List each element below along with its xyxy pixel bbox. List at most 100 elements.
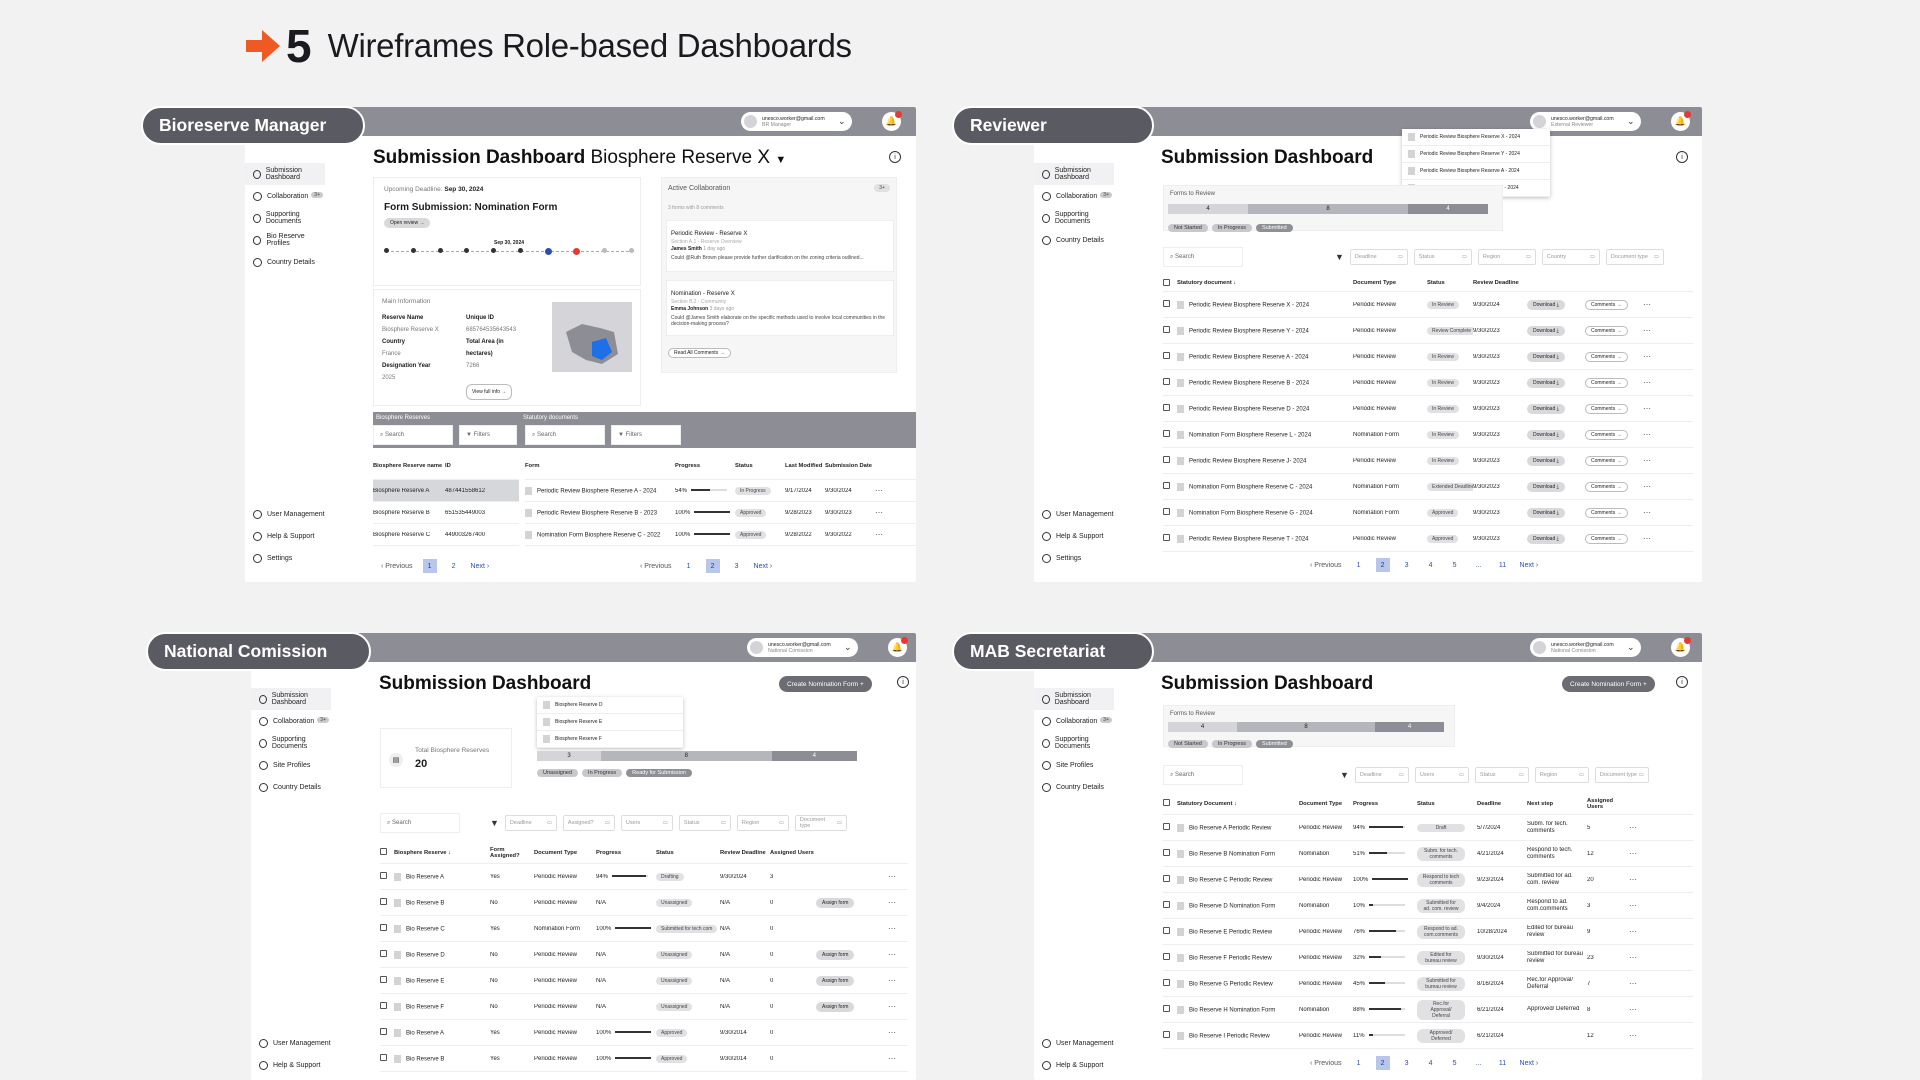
user-menu[interactable]: unesco.worker@gmail.com National Comissio… bbox=[1530, 638, 1641, 657]
more-options-icon[interactable]: ⋯ bbox=[875, 508, 895, 517]
next-button[interactable]: Next › bbox=[1520, 562, 1539, 569]
row-checkbox[interactable] bbox=[1163, 352, 1177, 361]
checkbox[interactable] bbox=[1163, 352, 1170, 359]
checkbox[interactable] bbox=[1163, 430, 1170, 437]
checkbox[interactable] bbox=[380, 848, 387, 855]
nav-country-details[interactable]: Country Details bbox=[245, 251, 325, 273]
checkbox[interactable] bbox=[380, 1054, 387, 1061]
table-row[interactable]: Bio Reserve D No Periodic Review N/A Unassig… bbox=[380, 942, 908, 968]
row-checkbox[interactable] bbox=[1163, 508, 1177, 517]
checkbox[interactable] bbox=[380, 898, 387, 905]
checkbox[interactable] bbox=[1163, 823, 1170, 830]
read-all-comments-button[interactable]: Read All Comments → bbox=[668, 348, 731, 358]
checkbox[interactable] bbox=[1163, 456, 1170, 463]
reserve-selector[interactable]: Biosphere Reserve X bbox=[590, 147, 770, 168]
nav-submission-dashboard[interactable]: Submission Dashboard bbox=[1034, 688, 1114, 710]
comments-button[interactable]: Comments → bbox=[1585, 507, 1628, 518]
more-options-icon[interactable]: ⋯ bbox=[1629, 823, 1649, 832]
page-button[interactable]: 1 bbox=[1352, 558, 1366, 572]
table-row[interactable]: Bio Reserve E No Periodic Review N/A Unassig… bbox=[380, 968, 908, 994]
table-row[interactable]: Periodic Review Biosphere Reserve A - 20… bbox=[525, 480, 916, 502]
row-checkbox[interactable] bbox=[1163, 849, 1177, 858]
user-menu[interactable]: unesco.worker@gmail.com BR Manager ⌄ bbox=[741, 112, 852, 131]
nav-supporting-documents[interactable]: Supporting Documents bbox=[1034, 732, 1114, 754]
comments-button[interactable]: Comments → bbox=[1585, 351, 1628, 362]
filter-select[interactable]: Region ▭ bbox=[736, 815, 789, 831]
nav-site-profiles[interactable]: Site Profiles bbox=[1034, 754, 1114, 776]
create-nomination-form-button[interactable]: Create Nomination Form + bbox=[779, 676, 872, 692]
download-button[interactable]: Download ⤓ bbox=[1527, 429, 1565, 440]
download-button[interactable]: Download ⤓ bbox=[1527, 403, 1565, 414]
row-checkbox[interactable] bbox=[1163, 823, 1177, 832]
nav-settings[interactable]: Settings bbox=[1034, 547, 1114, 569]
download-button[interactable]: Download ⤓ bbox=[1527, 455, 1565, 466]
view-full-info-button[interactable]: View full info → bbox=[466, 384, 513, 400]
row-checkbox[interactable] bbox=[1163, 875, 1177, 884]
page-button[interactable]: 5 bbox=[1448, 1056, 1462, 1070]
row-checkbox[interactable] bbox=[1163, 534, 1177, 543]
more-options-icon[interactable]: ⋯ bbox=[1629, 901, 1649, 910]
filter-icon[interactable]: ▼ bbox=[1335, 252, 1344, 262]
comments-button[interactable]: Comments → bbox=[1585, 455, 1628, 466]
filter-select[interactable]: Deadline ▭ bbox=[1354, 767, 1409, 783]
nav-settings[interactable]: Settings bbox=[245, 547, 325, 569]
download-button[interactable]: Download ⤓ bbox=[1527, 507, 1565, 518]
table-row[interactable]: Bio Reserve A Yes Periodic Review 94% Drafti… bbox=[380, 864, 908, 890]
checkbox[interactable] bbox=[1163, 534, 1170, 541]
open-review-button[interactable]: Open review → bbox=[384, 218, 431, 228]
table-row[interactable]: Bio Reserve A Periodic Review Periodic Re… bbox=[1163, 815, 1693, 841]
table-row[interactable]: Bio Reserve F No Periodic Review N/A Unassig… bbox=[380, 994, 908, 1020]
select-all-checkbox[interactable] bbox=[1163, 278, 1177, 288]
dropdown-item[interactable]: Biosphere Reserve F bbox=[537, 731, 683, 748]
more-options-icon[interactable]: ⋯ bbox=[1643, 404, 1663, 413]
search-input[interactable]: ⌕ Search bbox=[1163, 247, 1243, 267]
page-button[interactable]: 2 bbox=[705, 559, 720, 573]
nav-user-management[interactable]: User Management bbox=[1034, 1032, 1114, 1054]
nav-country-details[interactable]: Country Details bbox=[251, 776, 331, 798]
table-row[interactable]: Periodic Review Biosphere Reserve D - 20… bbox=[1163, 396, 1693, 422]
row-checkbox[interactable] bbox=[1163, 430, 1177, 439]
page-button[interactable]: ... bbox=[1472, 558, 1486, 572]
filter-select[interactable]: Assigned? ▭ bbox=[562, 815, 615, 831]
table-row[interactable]: Bio Reserve B Yes Periodic Review 100% Appro… bbox=[380, 1046, 908, 1072]
checkbox[interactable] bbox=[1163, 1031, 1170, 1038]
more-options-icon[interactable]: ⋯ bbox=[1643, 430, 1663, 439]
assign-form-button[interactable]: Assign form bbox=[816, 975, 855, 986]
table-row[interactable]: Periodic Review Biosphere Reserve T - 20… bbox=[1163, 526, 1693, 552]
more-options-icon[interactable]: ⋯ bbox=[1643, 352, 1663, 361]
row-checkbox[interactable] bbox=[1163, 979, 1177, 988]
more-options-icon[interactable]: ⋯ bbox=[888, 924, 908, 933]
reserve-dropdown[interactable]: Biosphere Reserve D Biosphere Reserve E Bi… bbox=[537, 697, 683, 748]
table-row[interactable]: Bio Reserve A Yes Periodic Review 100% Appro… bbox=[380, 1020, 908, 1046]
page-button[interactable]: 11 bbox=[1496, 1056, 1510, 1070]
row-checkbox[interactable] bbox=[380, 1028, 394, 1037]
checkbox[interactable] bbox=[1163, 927, 1170, 934]
assign-form-button[interactable]: Assign form bbox=[816, 949, 855, 960]
checkbox[interactable] bbox=[380, 924, 387, 931]
checkbox[interactable] bbox=[1163, 300, 1170, 307]
info-icon[interactable]: i bbox=[1676, 676, 1688, 688]
checkbox[interactable] bbox=[1163, 979, 1170, 986]
filter-select[interactable]: Status ▭ bbox=[1413, 249, 1472, 265]
more-options-icon[interactable]: ⋯ bbox=[1629, 849, 1649, 858]
dropdown-item[interactable]: Biosphere Reserve D bbox=[537, 697, 683, 714]
checkbox[interactable] bbox=[1163, 278, 1170, 286]
bell-icon[interactable]: 🔔 bbox=[1671, 111, 1691, 131]
filter-select[interactable]: Deadline ▭ bbox=[504, 815, 557, 831]
checkbox[interactable] bbox=[1163, 378, 1170, 385]
table-row[interactable]: Periodic Review Biosphere Reserve X - 20… bbox=[1163, 292, 1693, 318]
nav-bio-reserve-profiles[interactable]: Bio Reserve Profiles bbox=[245, 229, 325, 251]
filter-select[interactable]: Status ▭ bbox=[678, 815, 731, 831]
more-options-icon[interactable]: ⋯ bbox=[888, 898, 908, 907]
table-row[interactable]: Bio Reserve C Periodic Review Periodic Re… bbox=[1163, 867, 1693, 893]
page-button[interactable]: 11 bbox=[1496, 558, 1510, 572]
info-icon[interactable]: i bbox=[889, 151, 901, 163]
row-checkbox[interactable] bbox=[1163, 326, 1177, 335]
page-button[interactable]: 3 bbox=[1400, 558, 1414, 572]
comments-button[interactable]: Comments → bbox=[1585, 533, 1628, 544]
comment-card[interactable]: Nomination - Reserve X Section B.2 - Com… bbox=[666, 280, 894, 336]
comments-button[interactable]: Comments → bbox=[1585, 429, 1628, 440]
download-button[interactable]: Download ⤓ bbox=[1527, 377, 1565, 388]
page-button[interactable]: 3 bbox=[730, 559, 744, 573]
page-button[interactable]: 3 bbox=[1400, 1056, 1414, 1070]
